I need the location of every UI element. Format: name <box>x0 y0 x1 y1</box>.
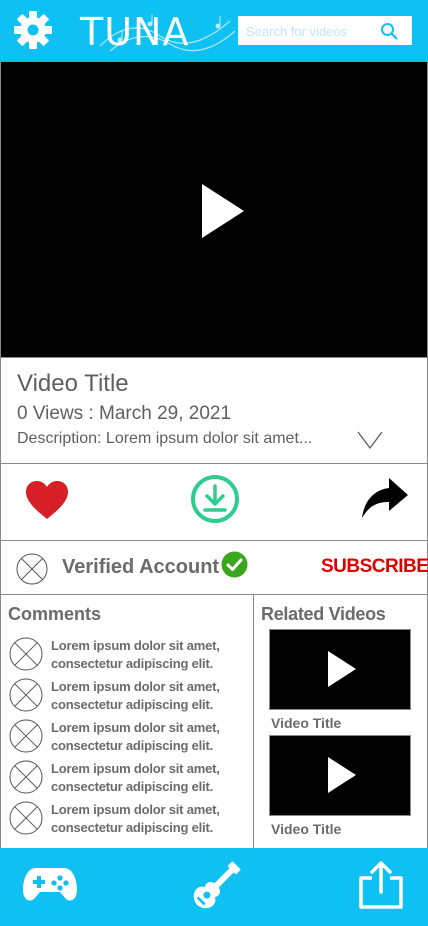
account-name[interactable]: Verified Account <box>62 556 219 579</box>
subscribe-button[interactable]: SUBSCRIBE <box>321 556 428 578</box>
guitar-icon[interactable] <box>184 858 244 918</box>
video-player[interactable] <box>0 61 428 358</box>
avatar <box>9 719 43 753</box>
related-video-title[interactable]: Video Title <box>271 715 341 731</box>
related-heading: Related Videos <box>261 604 386 624</box>
comment-item[interactable]: Lorem ipsum dolor sit amet, consectetur a… <box>9 759 249 797</box>
related-video-title[interactable]: Video Title <box>271 821 341 837</box>
comment-text: Lorem ipsum dolor sit amet, consectetur a… <box>51 720 220 753</box>
related-videos-panel: Related Videos Video Title Video Title <box>254 595 428 848</box>
comments-heading: Comments <box>8 604 102 624</box>
avatar <box>9 637 43 671</box>
play-icon <box>328 757 356 793</box>
avatar <box>9 760 43 794</box>
channel-row: Verified Account SUBSCRIBE <box>0 541 428 595</box>
heart-icon[interactable] <box>25 480 69 520</box>
download-icon[interactable] <box>190 474 240 524</box>
video-views-date: 0 Views : March 29, 2021 <box>17 403 232 424</box>
related-video-thumbnail[interactable] <box>269 735 411 816</box>
play-icon <box>328 651 356 687</box>
share-upload-icon[interactable] <box>356 860 406 910</box>
avatar <box>9 801 43 835</box>
search-icon[interactable] <box>380 22 398 40</box>
video-actions <box>0 464 428 541</box>
video-title: Video Title <box>17 370 129 397</box>
comment-item[interactable]: Lorem ipsum dolor sit amet, consectetur a… <box>9 677 249 715</box>
verified-check-icon <box>221 551 248 578</box>
related-video-thumbnail[interactable] <box>269 629 411 710</box>
comment-text: Lorem ipsum dolor sit amet, consectetur a… <box>51 802 220 835</box>
gear-icon[interactable] <box>14 11 52 49</box>
video-info: Video Title 0 Views : March 29, 2021 Des… <box>0 358 428 464</box>
comment-item[interactable]: Lorem ipsum dolor sit amet, consectetur a… <box>9 636 249 674</box>
play-icon[interactable] <box>200 182 246 240</box>
share-arrow-icon[interactable] <box>361 476 409 520</box>
comment-text: Lorem ipsum dolor sit amet, consectetur a… <box>51 761 220 794</box>
chevron-down-icon[interactable] <box>357 431 383 449</box>
app-header: TUNA <box>0 0 428 61</box>
comment-item[interactable]: Lorem ipsum dolor sit amet, consectetur a… <box>9 718 249 756</box>
bottom-nav <box>0 848 428 926</box>
search-bar[interactable] <box>237 15 413 46</box>
comment-text: Lorem ipsum dolor sit amet, consectetur a… <box>51 679 220 712</box>
video-description: Description: Lorem ipsum dolor sit amet.… <box>17 430 313 447</box>
comment-text: Lorem ipsum dolor sit amet, consectetur a… <box>51 638 220 671</box>
avatar[interactable] <box>16 553 48 585</box>
comment-item[interactable]: Lorem ipsum dolor sit amet, consectetur a… <box>9 800 249 838</box>
gamepad-icon[interactable] <box>22 864 78 904</box>
comments-panel: Comments Lorem ipsum dolor sit amet, cons… <box>0 595 254 848</box>
app-logo[interactable]: TUNA <box>80 10 189 54</box>
avatar <box>9 678 43 712</box>
search-input[interactable] <box>246 20 376 42</box>
